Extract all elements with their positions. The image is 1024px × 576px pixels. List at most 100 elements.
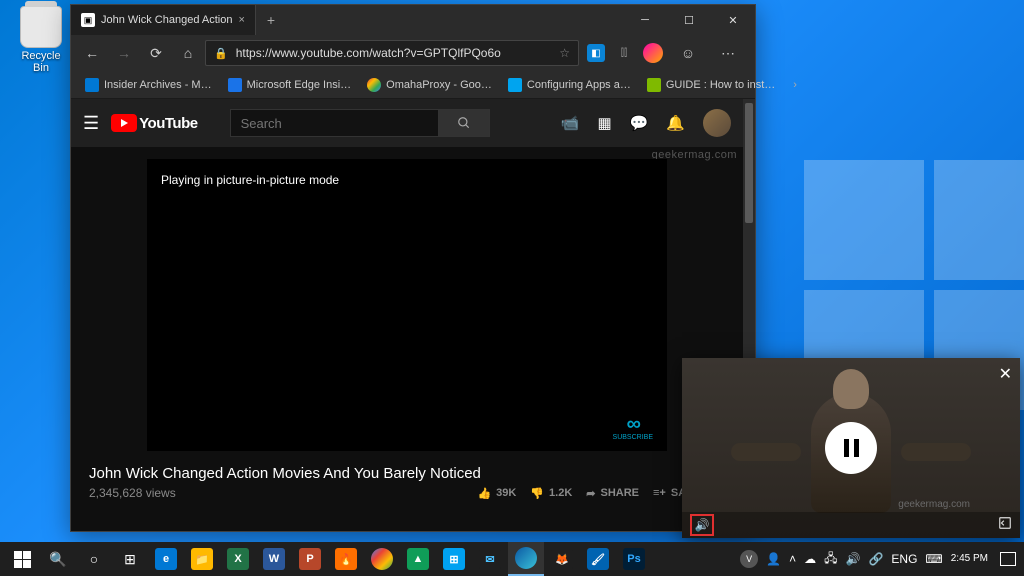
lock-icon: 🔒 <box>214 47 228 60</box>
input-icon[interactable]: ⌨ <box>925 552 942 566</box>
recycle-bin-icon <box>20 6 62 48</box>
pause-icon <box>844 439 859 457</box>
youtube-header: ☰ YouTube 📹 ▦ 💬 🔔 <box>71 99 743 147</box>
refresh-button[interactable]: ⟳ <box>141 38 171 68</box>
taskbar-app[interactable]: e <box>148 542 184 576</box>
favorite-link[interactable]: GUIDE : How to inst… <box>641 76 781 94</box>
subscribe-badge[interactable]: ∞ SUBSCRIBE <box>613 414 653 441</box>
browser-toolbar: ← → ⟳ ⌂ 🔒 https://www.youtube.com/watch?… <box>71 35 755 71</box>
hamburger-menu-icon[interactable]: ☰ <box>83 113 99 134</box>
youtube-search <box>230 109 490 137</box>
notifications-bell-icon[interactable]: 🔔 <box>666 114 685 132</box>
volume-icon[interactable]: 🔊 <box>846 552 861 566</box>
create-video-icon[interactable]: 📹 <box>561 114 580 132</box>
desktop-recycle-bin[interactable]: Recycle Bin <box>14 6 68 74</box>
pip-back-to-tab-button[interactable] <box>998 516 1012 535</box>
video-player[interactable]: Playing in picture-in-picture mode ∞ SUB… <box>147 159 667 451</box>
profile-avatar[interactable] <box>643 43 663 63</box>
apps-grid-icon[interactable]: ▦ <box>597 114 611 132</box>
taskbar-app[interactable]: W <box>256 542 292 576</box>
pip-pause-button[interactable] <box>825 422 877 474</box>
taskbar-app[interactable]: P <box>292 542 328 576</box>
home-button[interactable]: ⌂ <box>173 38 203 68</box>
titlebar[interactable]: ▣ John Wick Changed Action × + ─ ☐ ✕ <box>71 5 755 35</box>
new-tab-button[interactable]: + <box>256 5 286 35</box>
taskbar-app[interactable]: 🦊 <box>544 542 580 576</box>
user-avatar[interactable] <box>703 109 731 137</box>
favorite-star-icon[interactable]: ☆ <box>559 46 570 60</box>
windows-logo-icon <box>14 551 31 568</box>
thumbs-up-icon: 👍 <box>477 487 491 500</box>
clock[interactable]: 2:45 PM <box>951 553 988 565</box>
search-button[interactable]: 🔍 <box>40 542 76 576</box>
tab-close-icon[interactable]: × <box>238 14 244 26</box>
language-indicator[interactable]: ENG <box>891 552 917 566</box>
taskbar-app[interactable]: Ps <box>616 542 652 576</box>
pip-mode-message: Playing in picture-in-picture mode <box>161 173 339 187</box>
share-button[interactable]: ➦SHARE <box>586 487 639 500</box>
youtube-page: ☰ YouTube 📹 ▦ 💬 🔔 <box>71 99 755 531</box>
tab-favicon: ▣ <box>81 13 95 27</box>
minimize-button[interactable]: ─ <box>623 5 667 35</box>
taskbar-app[interactable] <box>364 542 400 576</box>
share-icon: ➦ <box>586 487 595 500</box>
like-button[interactable]: 👍39K <box>477 487 516 500</box>
pip-close-button[interactable]: ✕ <box>999 364 1012 384</box>
action-center-icon[interactable] <box>1000 552 1016 566</box>
cortana-button[interactable]: ○ <box>76 542 112 576</box>
address-bar[interactable]: 🔒 https://www.youtube.com/watch?v=GPTQlf… <box>205 40 579 66</box>
search-icon <box>457 116 471 130</box>
sync-icon[interactable]: 🔗 <box>868 552 883 566</box>
close-window-button[interactable]: ✕ <box>711 5 755 35</box>
favorite-link[interactable]: OmahaProxy - Goo… <box>361 76 498 94</box>
maximize-button[interactable]: ☐ <box>667 5 711 35</box>
onedrive-icon[interactable]: ☁ <box>804 552 816 566</box>
task-view-button[interactable]: ⊞ <box>112 542 148 576</box>
taskbar-app[interactable]: 🔥 <box>328 542 364 576</box>
expand-icon <box>998 516 1012 530</box>
recycle-bin-label: Recycle Bin <box>14 50 68 74</box>
favorite-link[interactable]: Insider Archives - M… <box>79 76 218 94</box>
system-tray: V 👤 ˄ ☁ 🖧 🔊 🔗 ENG ⌨ 2:45 PM <box>740 549 1020 570</box>
windows-taskbar: 🔍 ○ ⊞ e 📁 X W P 🔥 ▲ ⊞ ✉ 🦊 🖌 Ps V 👤 ˄ ☁ 🖧… <box>0 542 1024 576</box>
view-count: 2,345,628 views <box>89 486 176 500</box>
taskbar-app[interactable]: X <box>220 542 256 576</box>
extension-icon[interactable]: ◧ <box>587 44 605 62</box>
back-button[interactable]: ← <box>77 38 107 68</box>
taskbar-app-edge-active[interactable] <box>508 542 544 576</box>
playlist-add-icon: ≡+ <box>653 487 666 499</box>
network-icon[interactable]: 🖧 <box>824 549 837 570</box>
feedback-icon[interactable]: ☺ <box>673 38 703 68</box>
video-title: John Wick Changed Action Movies And You … <box>71 451 743 486</box>
tab-title: John Wick Changed Action <box>101 14 232 26</box>
youtube-logo[interactable]: YouTube <box>111 114 197 132</box>
favorites-overflow-button[interactable]: › <box>785 79 805 91</box>
start-button[interactable] <box>4 542 40 576</box>
people-icon[interactable]: 👤 <box>766 552 781 566</box>
tray-user-icon[interactable]: V <box>740 550 758 568</box>
search-input[interactable] <box>230 109 438 137</box>
extension-icon[interactable]: ⫿⫿ <box>615 44 633 62</box>
forward-button[interactable]: → <box>109 38 139 68</box>
taskbar-app[interactable]: ▲ <box>400 542 436 576</box>
taskbar-app[interactable]: 🖌 <box>580 542 616 576</box>
infinity-icon: ∞ <box>613 414 653 434</box>
pip-controls-bar: 🔊 <box>682 512 1020 538</box>
menu-button[interactable]: ⋯ <box>713 38 743 68</box>
favorite-link[interactable]: Configuring Apps a… <box>502 76 637 94</box>
pip-volume-button[interactable]: 🔊 <box>690 514 714 536</box>
url-text: https://www.youtube.com/watch?v=GPTQlfPQ… <box>236 46 501 60</box>
taskbar-app[interactable]: ⊞ <box>436 542 472 576</box>
pip-window[interactable]: ✕ geekermag.com 🔊 <box>682 358 1020 538</box>
pip-watermark: geekermag.com <box>898 499 970 510</box>
search-button[interactable] <box>438 109 490 137</box>
taskbar-app[interactable]: 📁 <box>184 542 220 576</box>
youtube-play-icon <box>111 114 137 132</box>
dislike-button[interactable]: 👎1.2K <box>530 487 572 500</box>
messages-icon[interactable]: 💬 <box>630 114 649 132</box>
favorite-link[interactable]: Microsoft Edge Insi… <box>222 76 358 94</box>
taskbar-app[interactable]: ✉ <box>472 542 508 576</box>
tray-overflow-icon[interactable]: ˄ <box>789 552 796 566</box>
video-meta-row: 2,345,628 views 👍39K 👎1.2K ➦SHARE ≡+SAVE… <box>71 486 743 510</box>
browser-tab[interactable]: ▣ John Wick Changed Action × <box>71 5 256 35</box>
